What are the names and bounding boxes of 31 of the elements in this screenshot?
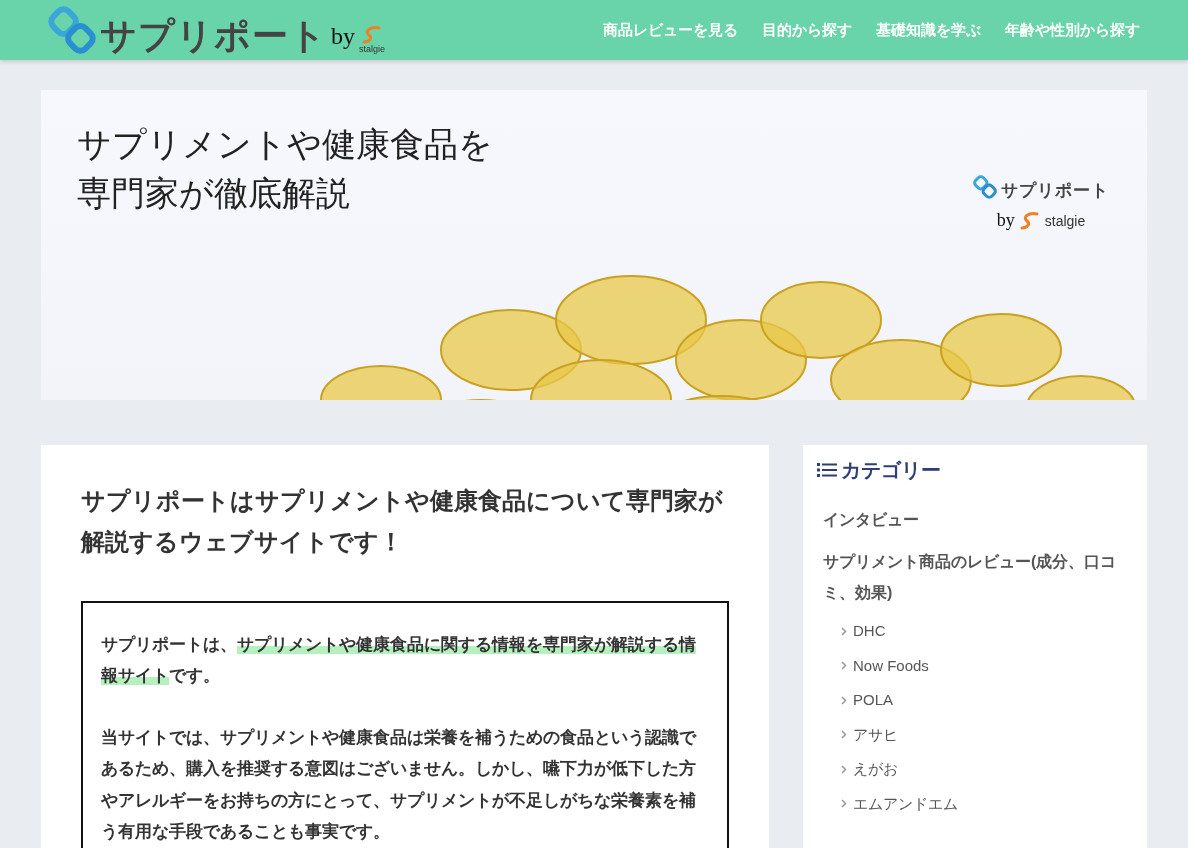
article-title: サプリポートはサプリメントや健康食品について専門家が解説するウェブサイトです！ <box>81 486 724 557</box>
sidebar-title: カテゴリー <box>841 458 941 483</box>
subcategory-link[interactable]: POLA <box>817 683 1133 718</box>
subcategory-link[interactable]: エムアンドエム <box>817 786 1133 822</box>
logo-by-text: by <box>996 209 1015 232</box>
brand-text: stalgie <box>1044 213 1086 228</box>
banner-headline: 専門家が徹底解説 <box>77 172 350 216</box>
logo-text: サプリポート <box>100 18 327 54</box>
swoosh-logo-icon <box>361 25 383 45</box>
logo-text: サプリポート <box>1001 182 1109 199</box>
paragraph: 当サイトでは、サプリメントや健康食品は栄養を補うための食品という認識であるため、購入を推奨する意図はございません。しかし、嚥下力が低下した方やアレルギーをお持ちの方にとって、サプリメントが不足しがちな栄養素を補う有用な手段であることも事実です。 <box>101 726 698 844</box>
chevron-icon <box>841 695 847 705</box>
subcategory-link[interactable]: DHC <box>817 614 1133 649</box>
list-icon <box>817 462 837 478</box>
category-link[interactable]: サプリメント商品のレビュー(成分、口コミ、効果) <box>817 541 1133 615</box>
category-link[interactable]: インタビュー <box>817 499 1133 542</box>
subcategory-link[interactable]: Now Foods <box>817 648 1133 684</box>
chevron-icon <box>841 730 847 740</box>
logo-icon <box>48 6 96 54</box>
logo-icon <box>973 175 997 199</box>
chevron-icon <box>841 661 847 671</box>
swoosh-logo-icon <box>1018 210 1041 231</box>
chevron-icon <box>841 764 847 774</box>
banner-headline: サプリメントや健康食品を <box>77 123 493 166</box>
logo-by-text: by <box>331 22 355 51</box>
paragraph: サプリポートは、サプリメントや健康食品に関する情報を専門家が解説する情報サイトです。 <box>101 633 697 688</box>
brand-text: stalgie <box>359 45 385 54</box>
subcategory-link[interactable]: アサヒ <box>817 717 1133 753</box>
subcategory-link[interactable]: えがお <box>817 752 1133 787</box>
chevron-icon <box>841 626 847 636</box>
chevron-icon <box>841 799 847 809</box>
